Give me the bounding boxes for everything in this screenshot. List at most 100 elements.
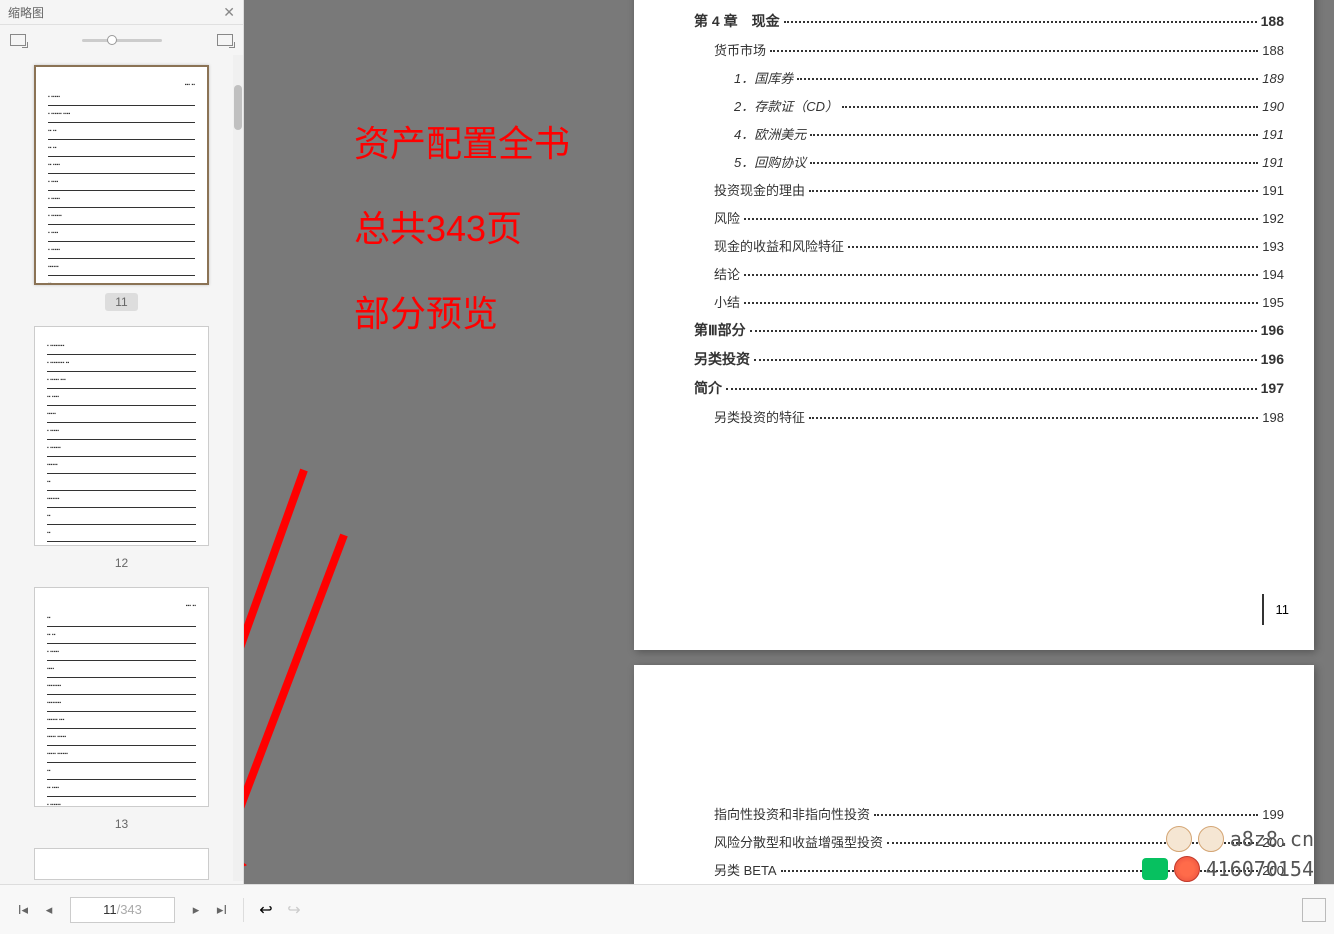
close-icon[interactable]: ✕ [223,4,235,21]
toc-page-num: 191 [1262,127,1284,142]
watermark-url: a8z8.cn [1230,827,1314,851]
toc-title: 指向性投资和非指向性投资 [714,804,870,823]
thumbnail-page-11[interactable]: ▪▪▪ ▪▪ ▪ ▪▪▪▪▪ ▪ ▪▪▪▪▪▪ ▪▪▪▪ ▪▪ ▪▪ ▪▪ ▪▪… [34,65,209,285]
toc-entry: 指向性投资和非指向性投资 199 [694,804,1284,823]
thumbnail-sidebar: 缩略图 ✕ ▪▪▪ ▪▪ ▪ ▪▪▪▪▪ ▪ ▪▪▪▪▪▪ ▪▪▪▪ ▪▪ ▪▪… [0,0,244,884]
next-page-button[interactable]: ▸ [187,901,205,919]
wechat-icon [1142,858,1168,880]
document-page-11: 信用风险183优先股的回报和风险特征184结论187小结187第 4 章 现金1… [634,0,1314,650]
toc-page-num: 190 [1262,99,1284,114]
thumbnail-item[interactable] [0,848,243,880]
toc-page-num: 196 [1261,322,1284,338]
thumbnail-item[interactable]: ▪▪▪ ▪▪ ▪ ▪▪▪▪▪ ▪ ▪▪▪▪▪▪ ▪▪▪▪ ▪▪ ▪▪ ▪▪ ▪▪… [0,65,243,311]
toc-title: 小结 [714,292,740,311]
toc-title: 投资现金的理由 [714,180,805,199]
toc-leader [810,134,1258,136]
thumbnail-item[interactable]: ▪ ▪▪▪▪▪▪▪▪ ▪ ▪▪▪▪▪▪▪▪ ▪▪ ▪ ▪▪▪▪▪ ▪▪▪ ▪▪ … [0,326,243,572]
toc-entry: 结论194 [694,264,1284,283]
toc-page-num: 195 [1262,295,1284,310]
toc-title: 5．回购协议 [734,152,806,171]
toc-entry: 现金的收益和风险特征 193 [694,236,1284,255]
toc-leader [744,218,1258,220]
back-view-button[interactable]: ↩ [256,902,276,918]
toc-entry: 第Ⅲ部分196 [694,320,1284,340]
watermark-avatar-icon [1166,826,1192,852]
toc-entry: 另类投资的特征 198 [694,407,1284,426]
toc-leader [810,162,1258,164]
thumbnail-page-14[interactable] [34,848,209,880]
toc-page-num: 194 [1262,267,1284,282]
toc-leader [797,78,1258,80]
toc-entry: 简介197 [694,378,1284,398]
toc-entry: 另类投资196 [694,349,1284,369]
toc-title: 1．国库券 [734,68,793,87]
toc-leader [744,302,1258,304]
sidebar-header: 缩略图 ✕ [0,0,243,25]
thumbnail-label: 11 [105,293,137,311]
toc-leader [754,359,1257,361]
toc-page-num: 189 [1262,71,1284,86]
toc-entry: 小结 195 [694,292,1284,311]
toc-title: 风险 [714,208,740,227]
document-viewport[interactable]: 资产配置全书 总共343页 部分预览 信用风险183优先股的回报和风险特征184… [244,0,1334,884]
toc-page-num: 196 [1261,351,1284,367]
annotation-line1: 资产配置全书 [354,115,570,167]
reading-mode-icon[interactable] [1302,898,1326,922]
sidebar-title: 缩略图 [8,4,44,21]
toc-page-num: 197 [1261,380,1284,396]
toc-title: 4．欧洲美元 [734,124,806,143]
toc-title: 小结 [714,0,740,2]
toc-title: 第 4 章 现金 [694,11,780,31]
forward-view-button[interactable]: ↪ [284,902,304,918]
thumbnail-page-12[interactable]: ▪ ▪▪▪▪▪▪▪▪ ▪ ▪▪▪▪▪▪▪▪ ▪▪ ▪ ▪▪▪▪▪ ▪▪▪ ▪▪ … [34,326,209,546]
thumbnail-list[interactable]: ▪▪▪ ▪▪ ▪ ▪▪▪▪▪ ▪ ▪▪▪▪▪▪ ▪▪▪▪ ▪▪ ▪▪ ▪▪ ▪▪… [0,55,243,881]
annotation-line2: 总共343页 [354,200,522,252]
toc-entry: 投资现金的理由191 [694,180,1284,199]
arrow-right [244,520,404,884]
toc-leader [848,246,1258,248]
toc-title: 2．存款证（CD） [734,96,838,115]
prev-page-button[interactable]: ◂ [40,901,58,919]
toc-entry: 小结187 [694,0,1284,2]
toc-title: 风险分散型和收益增强型投资 [714,832,883,851]
toc-entry: 4．欧洲美元 191 [694,124,1284,143]
toc-leader [874,814,1258,816]
toc-title: 现金的收益和风险特征 [714,236,844,255]
zoom-in-icon[interactable] [217,34,233,46]
annotation-line3: 部分预览 [354,285,498,337]
toc-page-num: 199 [1262,807,1284,822]
toc-leader [770,50,1258,52]
toc-leader [750,330,1257,332]
toc-leader [809,190,1258,192]
toc-entry: 第 4 章 现金 188 [694,11,1284,31]
toc-title: 货币市场 [714,40,766,59]
thumbnail-item[interactable]: ▪▪▪ ▪▪ ▪▪ ▪▪ ▪▪ ▪ ▪▪▪▪▪ ▪▪▪▪ ▪▪▪▪▪▪▪▪ ▪▪… [0,587,243,833]
toc-leader [726,388,1257,390]
toc-page-num: 191 [1262,155,1284,170]
watermark-avatar-icon [1198,826,1224,852]
sidebar-scrollbar[interactable] [233,55,243,881]
toc-entry: 2．存款证（CD） 190 [694,96,1284,115]
thumbnail-label: 13 [105,815,138,833]
bottom-toolbar: I◂ ◂ 11/343 ▸ ▸I ↩ ↪ [0,884,1334,934]
toc-entry: 货币市场 188 [694,40,1284,59]
watermark: a8z8.cn 416070154 [1142,826,1314,882]
total-pages: /343 [117,902,142,917]
toc-title: 另类投资的特征 [714,407,805,426]
last-page-button[interactable]: ▸I [213,901,231,919]
first-page-button[interactable]: I◂ [14,901,32,919]
thumbnail-label: 12 [105,554,138,572]
toc-page-num: 193 [1262,239,1284,254]
page-number-input[interactable]: 11/343 [70,897,175,923]
toc-page-num: 188 [1261,13,1284,29]
toc-entry: 风险 192 [694,208,1284,227]
toc-entry: 1．国库券 189 [694,68,1284,87]
current-page: 11 [103,902,117,917]
zoom-out-icon[interactable] [10,34,26,46]
toc-page-num: 198 [1262,410,1284,425]
thumbnail-page-13[interactable]: ▪▪▪ ▪▪ ▪▪ ▪▪ ▪▪ ▪ ▪▪▪▪▪ ▪▪▪▪ ▪▪▪▪▪▪▪▪ ▪▪… [34,587,209,807]
toc-leader [744,274,1258,276]
zoom-slider[interactable] [82,39,162,42]
toc-page-num: 188 [1262,43,1284,58]
toc-page-num: 192 [1262,211,1284,226]
